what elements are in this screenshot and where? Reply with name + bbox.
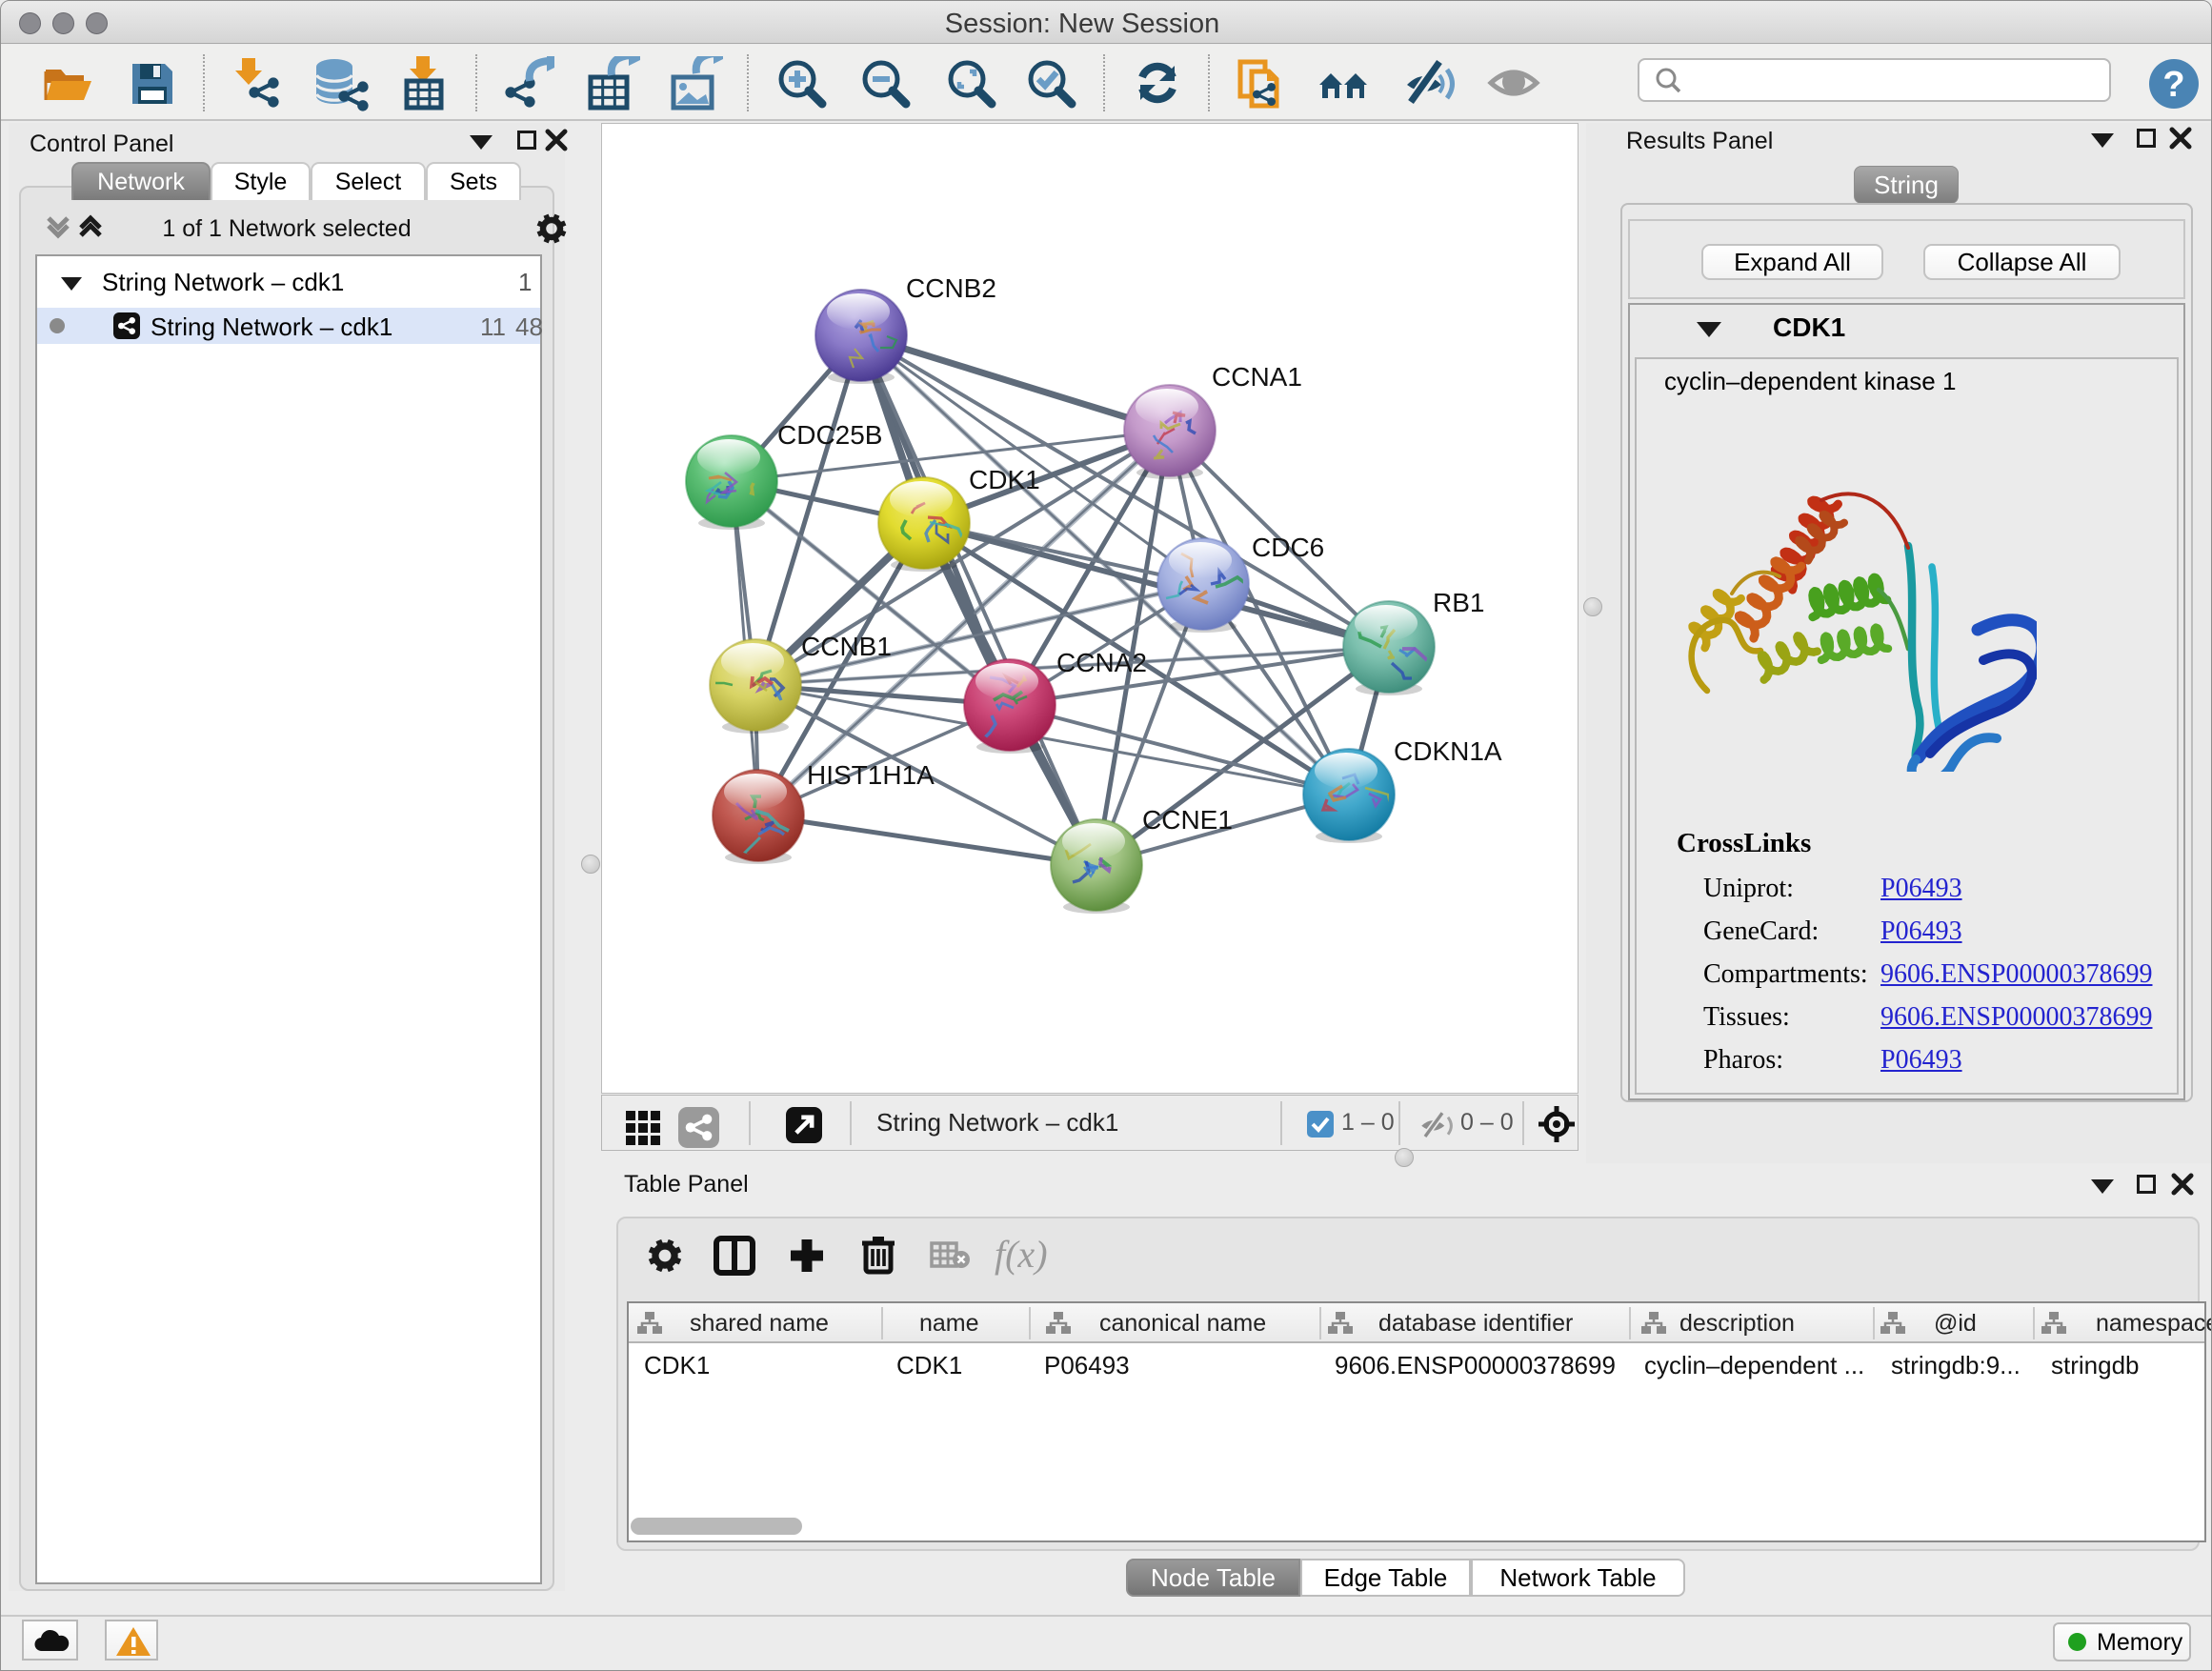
svg-text:RB1: RB1: [1433, 588, 1484, 617]
svg-text:?: ?: [2162, 65, 2184, 105]
svg-text:CCNB2: CCNB2: [906, 273, 996, 303]
svg-text:CDC25B: CDC25B: [777, 420, 882, 450]
svg-text:CDKN1A: CDKN1A: [1394, 736, 1502, 766]
svg-text:HIST1H1A: HIST1H1A: [807, 760, 935, 790]
svg-text:CCNB1: CCNB1: [801, 632, 892, 661]
svg-text:CCNE1: CCNE1: [1142, 805, 1233, 835]
svg-text:CCNA2: CCNA2: [1056, 648, 1147, 677]
svg-text:CCNA1: CCNA1: [1212, 362, 1302, 392]
svg-text:CDC6: CDC6: [1252, 533, 1324, 562]
svg-text:CDK1: CDK1: [969, 465, 1040, 494]
